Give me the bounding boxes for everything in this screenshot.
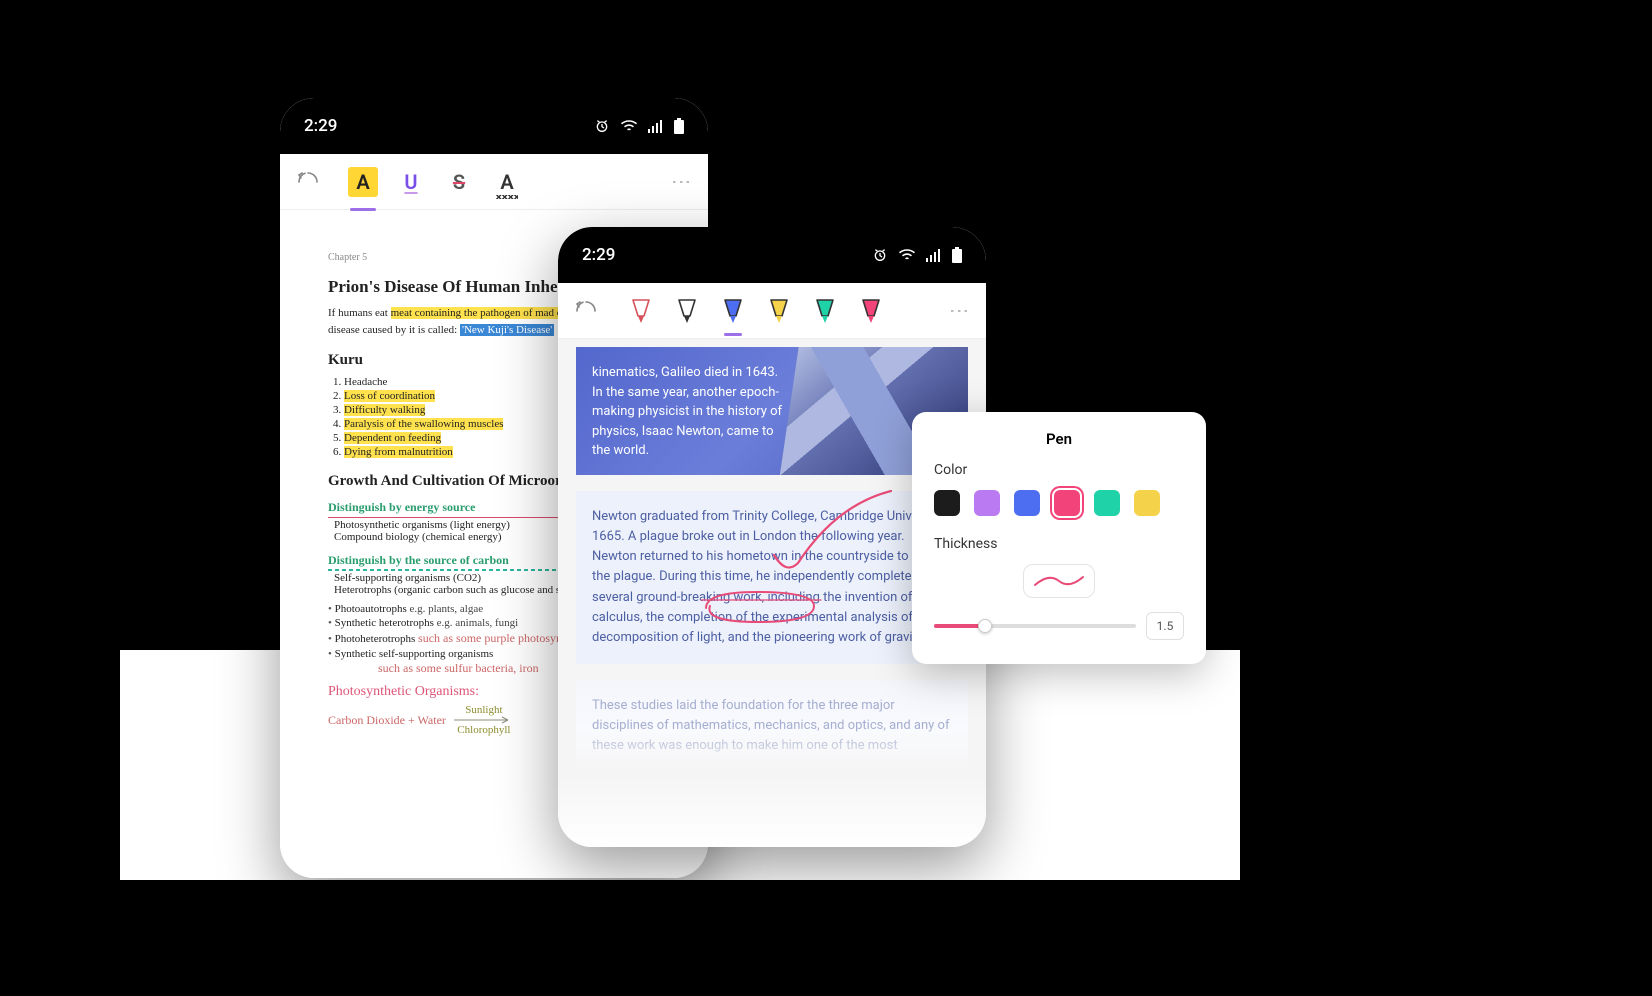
hero-text: kinematics, Galileo died in 1643. In the… — [592, 363, 790, 461]
status-icons — [594, 118, 684, 134]
pen-tools-row — [630, 298, 882, 324]
text-card-faded: These studies laid the foundation for th… — [576, 680, 968, 772]
thickness-label: Thickness — [934, 536, 1184, 552]
alarm-icon — [872, 247, 888, 263]
arrow-icon — [454, 716, 514, 724]
status-time: 2:29 — [582, 245, 615, 265]
highlight-tool[interactable]: A — [348, 167, 378, 197]
pen-toolbar: ⋮ — [558, 283, 986, 339]
pen-yellow[interactable] — [768, 298, 790, 324]
back-icon[interactable] — [572, 297, 600, 325]
more-menu-icon[interactable]: ⋮ — [670, 172, 694, 191]
signal-icon — [926, 248, 942, 262]
status-bar: 2:29 — [280, 98, 708, 154]
pen-annotation-check — [756, 485, 906, 605]
intro-text: If humans eat — [328, 307, 391, 319]
pen-settings-popup: Pen Color Thickness 1.5 — [912, 412, 1206, 664]
pen-pink[interactable] — [860, 298, 882, 324]
battery-icon — [674, 118, 684, 134]
status-time: 2:29 — [304, 116, 337, 136]
hero-block: kinematics, Galileo died in 1643. In the… — [576, 347, 968, 475]
battery-icon — [952, 247, 962, 263]
alarm-icon — [594, 118, 610, 134]
slider-thumb[interactable] — [978, 619, 992, 633]
pen-red[interactable] — [630, 298, 652, 324]
wifi-icon — [620, 119, 638, 133]
handwritten-label: Chlorophyll — [457, 724, 510, 736]
thickness-value: 1.5 — [1146, 612, 1184, 640]
thickness-slider-row: 1.5 — [934, 612, 1184, 640]
thickness-slider[interactable] — [934, 624, 1136, 628]
color-swatch-black[interactable] — [934, 490, 960, 516]
color-swatch-blue[interactable] — [1014, 490, 1040, 516]
color-swatch-teal[interactable] — [1094, 490, 1120, 516]
handwritten-equation: Carbon Dioxide + Water — [328, 713, 446, 728]
underline-tool[interactable]: U — [396, 167, 426, 197]
status-icons — [872, 247, 962, 263]
card-text: These studies laid the foundation for th… — [592, 698, 949, 753]
color-swatch-pink[interactable] — [1054, 490, 1080, 516]
popup-title: Pen — [934, 430, 1184, 448]
selected-text[interactable]: 'New Kuji's Disease' — [460, 324, 554, 336]
color-swatch-purple[interactable] — [974, 490, 1000, 516]
status-bar: 2:29 — [558, 227, 986, 283]
thickness-preview — [1023, 564, 1095, 598]
format-tools: A U S A — [348, 167, 522, 197]
color-label: Color — [934, 462, 1184, 478]
pen-teal[interactable] — [814, 298, 836, 324]
strikethrough-tool[interactable]: S — [444, 167, 474, 197]
squiggle-underline-tool[interactable]: A — [492, 167, 522, 197]
handwritten-label: Sunlight — [465, 704, 502, 716]
color-swatches — [934, 490, 1184, 516]
color-swatch-yellow[interactable] — [1134, 490, 1160, 516]
wifi-icon — [898, 248, 916, 262]
pen-black[interactable] — [676, 298, 698, 324]
back-icon[interactable] — [294, 168, 322, 196]
more-menu-icon[interactable]: ⋮ — [948, 301, 972, 320]
pen-blue[interactable] — [722, 298, 744, 324]
text-card[interactable]: Newton graduated from Trinity College, C… — [576, 491, 968, 664]
card-text: Newton graduated from Trinity College, C… — [592, 509, 945, 645]
format-toolbar: A U S A ⋮ — [280, 154, 708, 210]
signal-icon — [648, 119, 664, 133]
